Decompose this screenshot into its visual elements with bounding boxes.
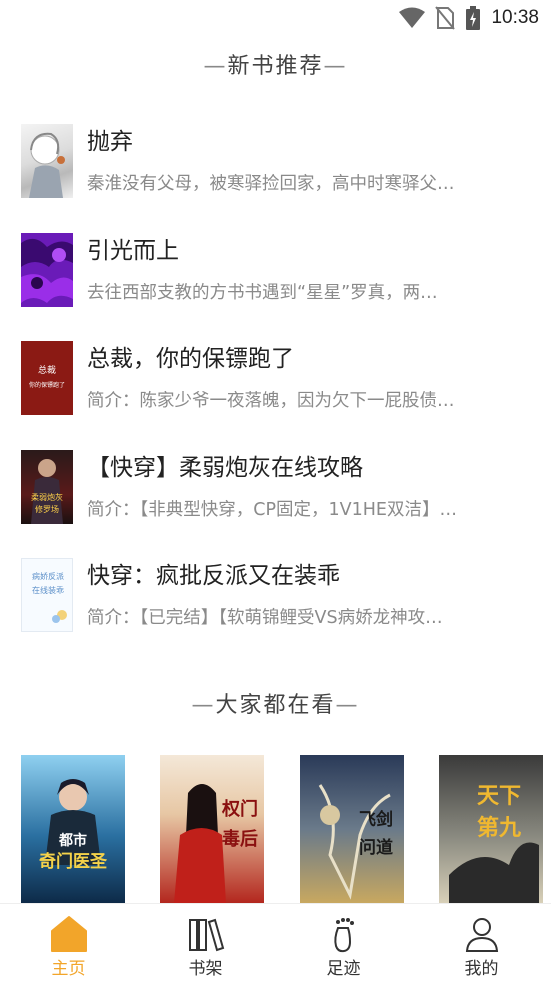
tab-label: 主页 bbox=[51, 959, 86, 979]
tab-home[interactable]: 主页 bbox=[0, 904, 137, 982]
section-heading-popular: —大家都在看— bbox=[191, 693, 360, 718]
book-title: 总裁，你的保镖跑了 bbox=[87, 346, 294, 372]
profile-icon bbox=[465, 918, 498, 952]
book-title: 快穿：疯批反派又在装乖 bbox=[87, 563, 340, 589]
svg-text:权门: 权门 bbox=[221, 798, 258, 820]
cover-text-image: 权门 毒后 bbox=[174, 784, 258, 903]
bookshelf-icon bbox=[188, 918, 224, 952]
bottom-tab-bar: 主页 书架 足迹 我的 bbox=[0, 903, 551, 982]
home-icon bbox=[50, 916, 87, 952]
book-description: 秦淮没有父母，被寒驿捡回家，高中时寒驿父… bbox=[87, 174, 455, 194]
svg-text:天下: 天下 bbox=[477, 784, 521, 809]
tab-label: 足迹 bbox=[326, 959, 361, 979]
status-time: 10:38 bbox=[491, 7, 539, 28]
book-cover: 总裁 你的保镖跑了 bbox=[21, 341, 73, 415]
svg-text:病娇反派: 病娇反派 bbox=[32, 571, 64, 581]
no-sim-icon bbox=[435, 6, 456, 30]
svg-text:总裁: 总裁 bbox=[38, 364, 56, 376]
popular-books-row: 都市 奇门医圣 权门 毒后 飞剑 问道 天下 第九 bbox=[0, 755, 551, 903]
tab-footprint[interactable]: 足迹 bbox=[275, 904, 412, 982]
svg-text:毒后: 毒后 bbox=[222, 828, 258, 850]
popular-book-cover[interactable]: 权门 毒后 bbox=[160, 755, 264, 903]
book-description: 简介：陈家少爷一夜落魄，因为欠下一屁股债… bbox=[87, 391, 455, 411]
book-title: 引光而上 bbox=[87, 238, 179, 264]
svg-text:柔弱炮灰: 柔弱炮灰 bbox=[31, 492, 63, 502]
svg-text:你的保镖跑了: 你的保镖跑了 bbox=[29, 381, 65, 389]
tab-label: 书架 bbox=[188, 959, 223, 979]
book-item[interactable]: 柔弱炮灰 修罗场 【快穿】柔弱炮灰在线攻略 简介：【非典型快穿，CP固定，1V1… bbox=[0, 444, 551, 544]
book-item[interactable]: 引光而上 去往西部支教的方书书遇到“星星”罗真，两… bbox=[0, 227, 551, 327]
tab-bookshelf[interactable]: 书架 bbox=[137, 904, 274, 982]
book-cover bbox=[21, 233, 73, 307]
book-description: 简介：【非典型快穿，CP固定，1V1HE双洁】… bbox=[87, 500, 457, 520]
cover-text-image: 天下 第九 bbox=[449, 784, 539, 903]
book-cover: 柔弱炮灰 修罗场 bbox=[21, 450, 73, 524]
cover-text-image: 柔弱炮灰 修罗场 bbox=[31, 459, 63, 524]
popular-book-cover[interactable]: 飞剑 问道 bbox=[300, 755, 404, 903]
cover-text-image: 病娇反派 在线装乖 bbox=[32, 571, 67, 623]
book-item[interactable]: 抛弃 秦淮没有父母，被寒驿捡回家，高中时寒驿父… bbox=[0, 118, 551, 218]
svg-text:都市: 都市 bbox=[58, 832, 87, 849]
book-cover bbox=[21, 124, 73, 198]
tab-profile[interactable]: 我的 bbox=[413, 904, 550, 982]
tab-label: 我的 bbox=[464, 959, 499, 979]
popular-book-cover[interactable]: 天下 第九 bbox=[439, 755, 543, 903]
book-description: 去往西部支教的方书书遇到“星星”罗真，两… bbox=[87, 283, 438, 303]
cover-text-image: 都市 奇门医圣 bbox=[39, 779, 108, 872]
book-cover: 病娇反派 在线装乖 bbox=[21, 558, 73, 632]
footprint-icon bbox=[333, 918, 354, 953]
cover-text-image: 飞剑 问道 bbox=[318, 784, 393, 900]
section-heading-new-books: —新书推荐— bbox=[203, 54, 348, 79]
book-title: 【快穿】柔弱炮灰在线攻略 bbox=[87, 455, 363, 481]
book-description: 简介：【已完结】【软萌锦鲤受VS病娇龙神攻… bbox=[87, 608, 443, 628]
svg-text:在线装乖: 在线装乖 bbox=[32, 585, 64, 595]
svg-text:第九: 第九 bbox=[477, 815, 521, 841]
svg-text:奇门医圣: 奇门医圣 bbox=[39, 851, 108, 872]
cover-text-image: 总裁 你的保镖跑了 bbox=[29, 364, 65, 389]
wifi-icon bbox=[399, 7, 426, 28]
svg-text:修罗场: 修罗场 bbox=[35, 504, 59, 514]
svg-text:问道: 问道 bbox=[359, 837, 393, 858]
book-item[interactable]: 总裁 你的保镖跑了 总裁，你的保镖跑了 简介：陈家少爷一夜落魄，因为欠下一屁股债… bbox=[0, 335, 551, 435]
popular-book-cover[interactable]: 都市 奇门医圣 bbox=[21, 755, 125, 903]
book-title: 抛弃 bbox=[87, 129, 133, 155]
svg-text:飞剑: 飞剑 bbox=[359, 809, 393, 830]
status-bar: 10:38 bbox=[0, 0, 551, 38]
book-item[interactable]: 病娇反派 在线装乖 快穿：疯批反派又在装乖 简介：【已完结】【软萌锦鲤受VS病娇… bbox=[0, 552, 551, 652]
battery-charging-icon bbox=[466, 6, 481, 30]
